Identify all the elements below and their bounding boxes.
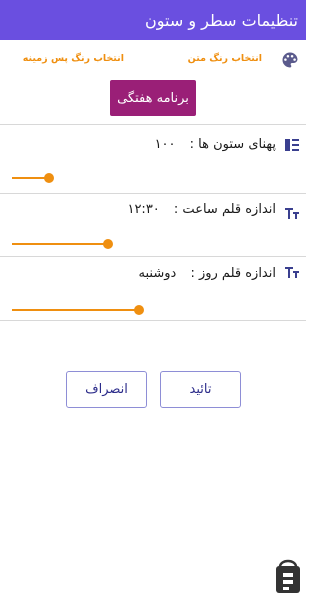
app-bar: تنظیمات سطر و ستون (0, 0, 306, 40)
time-font-size-title: اندازه قلم ساعت : (173, 202, 276, 217)
time-font-size-label: اندازه قلم ساعت : ۱۲:۳۰ (127, 202, 276, 217)
cancel-label: انصراف (85, 382, 128, 397)
bazaar-logo-icon[interactable] (274, 553, 302, 595)
column-width-title: پهنای ستون ها : (189, 137, 276, 152)
divider (0, 320, 306, 321)
text-size-icon (285, 208, 299, 219)
confirm-label: تائید (189, 382, 212, 397)
divider (0, 256, 306, 257)
pick-text-color-link[interactable]: انتخاب رنگ متن (188, 53, 262, 64)
confirm-button[interactable]: تائید (160, 371, 241, 408)
day-font-size-title: اندازه قلم روز : (190, 266, 276, 281)
color-picker-row: انتخاب رنگ متن انتخاب رنگ پس زمینه (0, 48, 306, 72)
day-font-size-label: اندازه قلم روز : دوشنبه (139, 266, 276, 281)
column-width-slider-thumb[interactable] (44, 173, 54, 183)
cancel-button[interactable]: انصراف (66, 371, 147, 408)
day-font-size-slider-thumb[interactable] (134, 305, 144, 315)
column-width-label: پهنای ستون ها : ۱۰۰ (155, 137, 276, 152)
view-columns-icon (285, 139, 299, 151)
palette-icon[interactable] (280, 50, 300, 70)
weekly-schedule-button[interactable]: برنامه هفتگی (110, 80, 196, 116)
time-font-size-value: ۱۲:۳۰ (127, 202, 160, 217)
time-font-size-slider[interactable] (12, 243, 108, 245)
day-font-size-value: دوشنبه (138, 266, 177, 281)
weekly-schedule-label: برنامه هفتگی (117, 90, 189, 106)
pick-background-color-link[interactable]: انتخاب رنگ پس زمینه (23, 53, 124, 64)
column-width-value: ۱۰۰ (154, 137, 176, 152)
day-font-size-slider[interactable] (12, 309, 139, 311)
divider (0, 193, 306, 194)
time-font-size-slider-thumb[interactable] (103, 239, 113, 249)
page-title: تنظیمات سطر و ستون (144, 10, 298, 30)
divider (0, 124, 306, 125)
text-size-icon (285, 267, 299, 278)
